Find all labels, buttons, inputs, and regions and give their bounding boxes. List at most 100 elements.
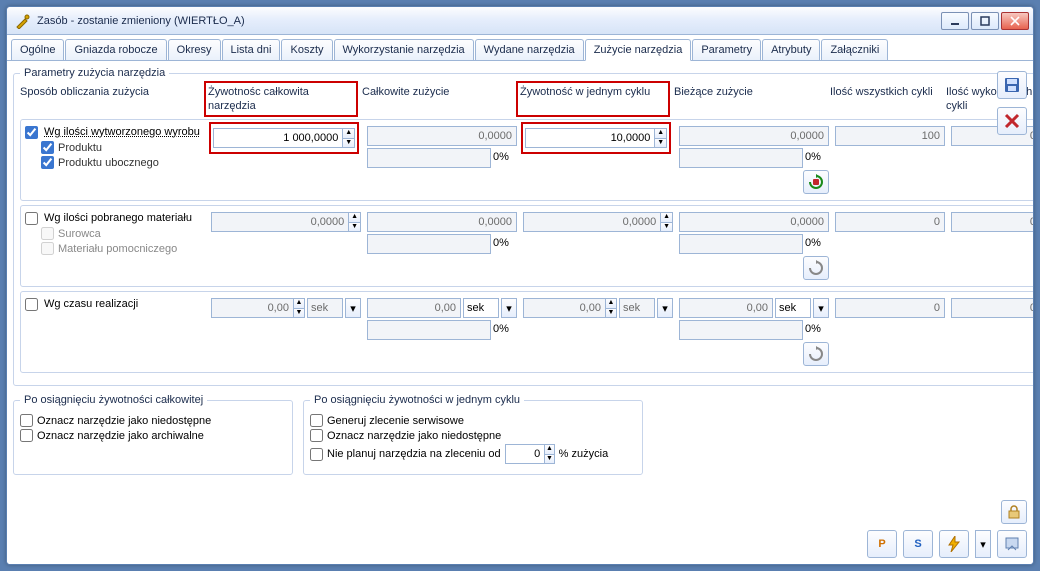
inp-qty-out-current-wear: 0,0000	[679, 126, 829, 146]
btn-qty-in-reset[interactable]	[803, 256, 829, 280]
inp-time-total-life: 0,00	[211, 298, 293, 318]
inp-qty-in-total-life: 0,0000	[211, 212, 348, 232]
lightning-dropdown[interactable]: ▾	[975, 530, 991, 558]
tab-ogolne[interactable]: Ogólne	[11, 39, 64, 60]
lbl-aux: Materiału pomocniczego	[58, 243, 177, 255]
wear-params-legend: Parametry zużycia narzędzia	[20, 67, 169, 79]
inp-qty-in-cycle-life: 0,0000	[523, 212, 660, 232]
sel-time-current-wear-unit: sek	[775, 298, 811, 318]
lbl-cycle-pct-unit: % zużycia	[559, 448, 609, 460]
chk-qty-in[interactable]	[25, 212, 38, 225]
maximize-button[interactable]	[971, 12, 999, 30]
chk-byproduct[interactable]	[41, 156, 54, 169]
spin-qty-in-cycle-life: ▲▼	[660, 212, 673, 232]
lbl-product: Produktu	[58, 142, 102, 154]
tab-wykorzystanie[interactable]: Wykorzystanie narzędzia	[334, 39, 474, 60]
inp-qty-in-done-cycles: 0	[951, 212, 1034, 232]
spin-qty-out-cycle-life[interactable]: ▲▼	[654, 128, 667, 148]
tab-okresy[interactable]: Okresy	[168, 39, 221, 60]
chk-cycle-noplan[interactable]	[310, 448, 323, 461]
tab-zalaczniki[interactable]: Załączniki	[821, 39, 888, 60]
chk-product[interactable]	[41, 141, 54, 154]
drop-time-total-life-unit[interactable]: ▾	[345, 298, 361, 318]
spin-qty-out-total-life[interactable]: ▲▼	[342, 128, 355, 148]
sel-time-total-life-unit: sek	[307, 298, 343, 318]
hdr-cycle-life: Żywotność w jednym cyklu	[516, 81, 670, 117]
p-button[interactable]: P	[867, 530, 897, 558]
cancel-button[interactable]	[997, 107, 1027, 135]
inp-qty-out-cycle-life[interactable]: 10,0000	[525, 128, 654, 148]
hdr-current-wear: Bieżące zużycie	[674, 85, 824, 113]
inp-time-cycle-life: 0,00	[523, 298, 605, 318]
inp-qty-out-total-wear: 0,0000	[367, 126, 517, 146]
lbl-qty-in: Wg ilości pobranego materiału	[44, 212, 192, 224]
lightning-button[interactable]	[939, 530, 969, 558]
total-life-reached-group: Po osiągnięciu żywotności całkowitej Ozn…	[13, 394, 293, 475]
lbl-cycle-unavailable: Oznacz narzędzie jako niedostępne	[327, 430, 501, 442]
chk-cycle-service[interactable]	[310, 414, 323, 427]
save-button[interactable]	[997, 71, 1027, 99]
btn-time-reset[interactable]	[803, 342, 829, 366]
app-window: Zasób - zostanie zmieniony (WIERTŁO_A) O…	[6, 6, 1034, 565]
lbl-cycle-noplan: Nie planuj narzędzia na zleceniu od	[327, 448, 501, 460]
chk-cycle-unavailable[interactable]	[310, 429, 323, 442]
inp-cycle-noplan-pct[interactable]: 0	[505, 444, 545, 464]
tab-strip: Ogólne Gniazda robocze Okresy Lista dni …	[7, 35, 1033, 61]
drop-time-total-wear-unit[interactable]: ▾	[501, 298, 517, 318]
lbl-qty-out: Wg ilości wytworzonego wyrobu	[44, 126, 200, 138]
minimize-button[interactable]	[941, 12, 969, 30]
lock-button[interactable]	[1001, 500, 1027, 524]
drop-time-current-wear-unit[interactable]: ▾	[813, 298, 829, 318]
row-qty-in: Wg ilości pobranego materiału Surowca Ma…	[20, 205, 1034, 287]
chk-qty-out[interactable]	[25, 126, 38, 139]
lbl-time-total-wear-pct: 0%	[493, 320, 517, 340]
lbl-qty-out-total-wear-pct: 0%	[493, 148, 517, 168]
tab-atrybuty[interactable]: Atrybuty	[762, 39, 820, 60]
tab-gniazda[interactable]: Gniazda robocze	[65, 39, 166, 60]
inp-qty-in-current-wear: 0,0000	[679, 212, 829, 232]
app-icon	[15, 13, 31, 29]
lbl-time: Wg czasu realizacji	[44, 298, 138, 310]
window-title: Zasób - zostanie zmieniony (WIERTŁO_A)	[37, 15, 939, 27]
hdr-total-wear: Całkowite zużycie	[362, 85, 512, 113]
row-qty-out: Wg ilości wytworzonego wyrobu Produktu P…	[20, 119, 1034, 201]
lbl-total-archive: Oznacz narzędzie jako archiwalne	[37, 430, 204, 442]
s-button[interactable]: S	[903, 530, 933, 558]
lbl-time-current-wear-pct: 0%	[805, 320, 829, 340]
inp-time-current-wear: 0,00	[679, 298, 773, 318]
inp-qty-out-total-life[interactable]: 1 000,0000	[213, 128, 342, 148]
tab-parametry[interactable]: Parametry	[692, 39, 761, 60]
btn-qty-out-reset[interactable]	[803, 170, 829, 194]
inp-qty-in-all-cycles: 0	[835, 212, 945, 232]
inp-time-done-cycles: 0	[951, 298, 1034, 318]
lbl-qty-out-current-wear-pct: 0%	[805, 148, 829, 168]
inp-qty-out-total-wear-bar	[367, 148, 491, 168]
cycle-life-legend: Po osiągnięciu żywotności w jednym cyklu	[310, 394, 524, 406]
inp-qty-in-total-wear: 0,0000	[367, 212, 517, 232]
sel-time-cycle-life-unit: sek	[619, 298, 655, 318]
cycle-life-reached-group: Po osiągnięciu żywotności w jednym cyklu…	[303, 394, 643, 475]
row-time: Wg czasu realizacji 0,00 ▲▼ sek ▾	[20, 291, 1034, 373]
wear-params-group: Parametry zużycia narzędzia Sposób oblic…	[13, 67, 1034, 386]
chk-total-archive[interactable]	[20, 429, 33, 442]
hdr-all-cycles: Ilość wszystkich cykli	[830, 85, 940, 113]
tab-lista-dni[interactable]: Lista dni	[222, 39, 281, 60]
drop-time-cycle-life-unit[interactable]: ▾	[657, 298, 673, 318]
tab-zuzycie[interactable]: Zużycie narzędzia	[585, 39, 692, 61]
chk-total-unavailable[interactable]	[20, 414, 33, 427]
spin-cycle-noplan-pct[interactable]: ▲▼	[544, 444, 554, 464]
hdr-method: Sposób obliczania zużycia	[20, 85, 200, 113]
inp-time-all-cycles: 0	[835, 298, 945, 318]
chk-aux	[41, 242, 54, 255]
chk-time[interactable]	[25, 298, 38, 311]
spin-qty-in-total-life: ▲▼	[348, 212, 361, 232]
close-button[interactable]	[1001, 12, 1029, 30]
lbl-qty-in-total-wear-pct: 0%	[493, 234, 517, 254]
tab-wydane[interactable]: Wydane narzędzia	[475, 39, 584, 60]
chk-raw	[41, 227, 54, 240]
hdr-total-life: Żywotnośc całkowita narzędzia	[204, 81, 358, 117]
lbl-qty-in-current-wear-pct: 0%	[805, 234, 829, 254]
extra-button[interactable]	[997, 530, 1027, 558]
tab-content: Parametry zużycia narzędzia Sposób oblic…	[7, 61, 1033, 564]
tab-koszty[interactable]: Koszty	[281, 39, 332, 60]
